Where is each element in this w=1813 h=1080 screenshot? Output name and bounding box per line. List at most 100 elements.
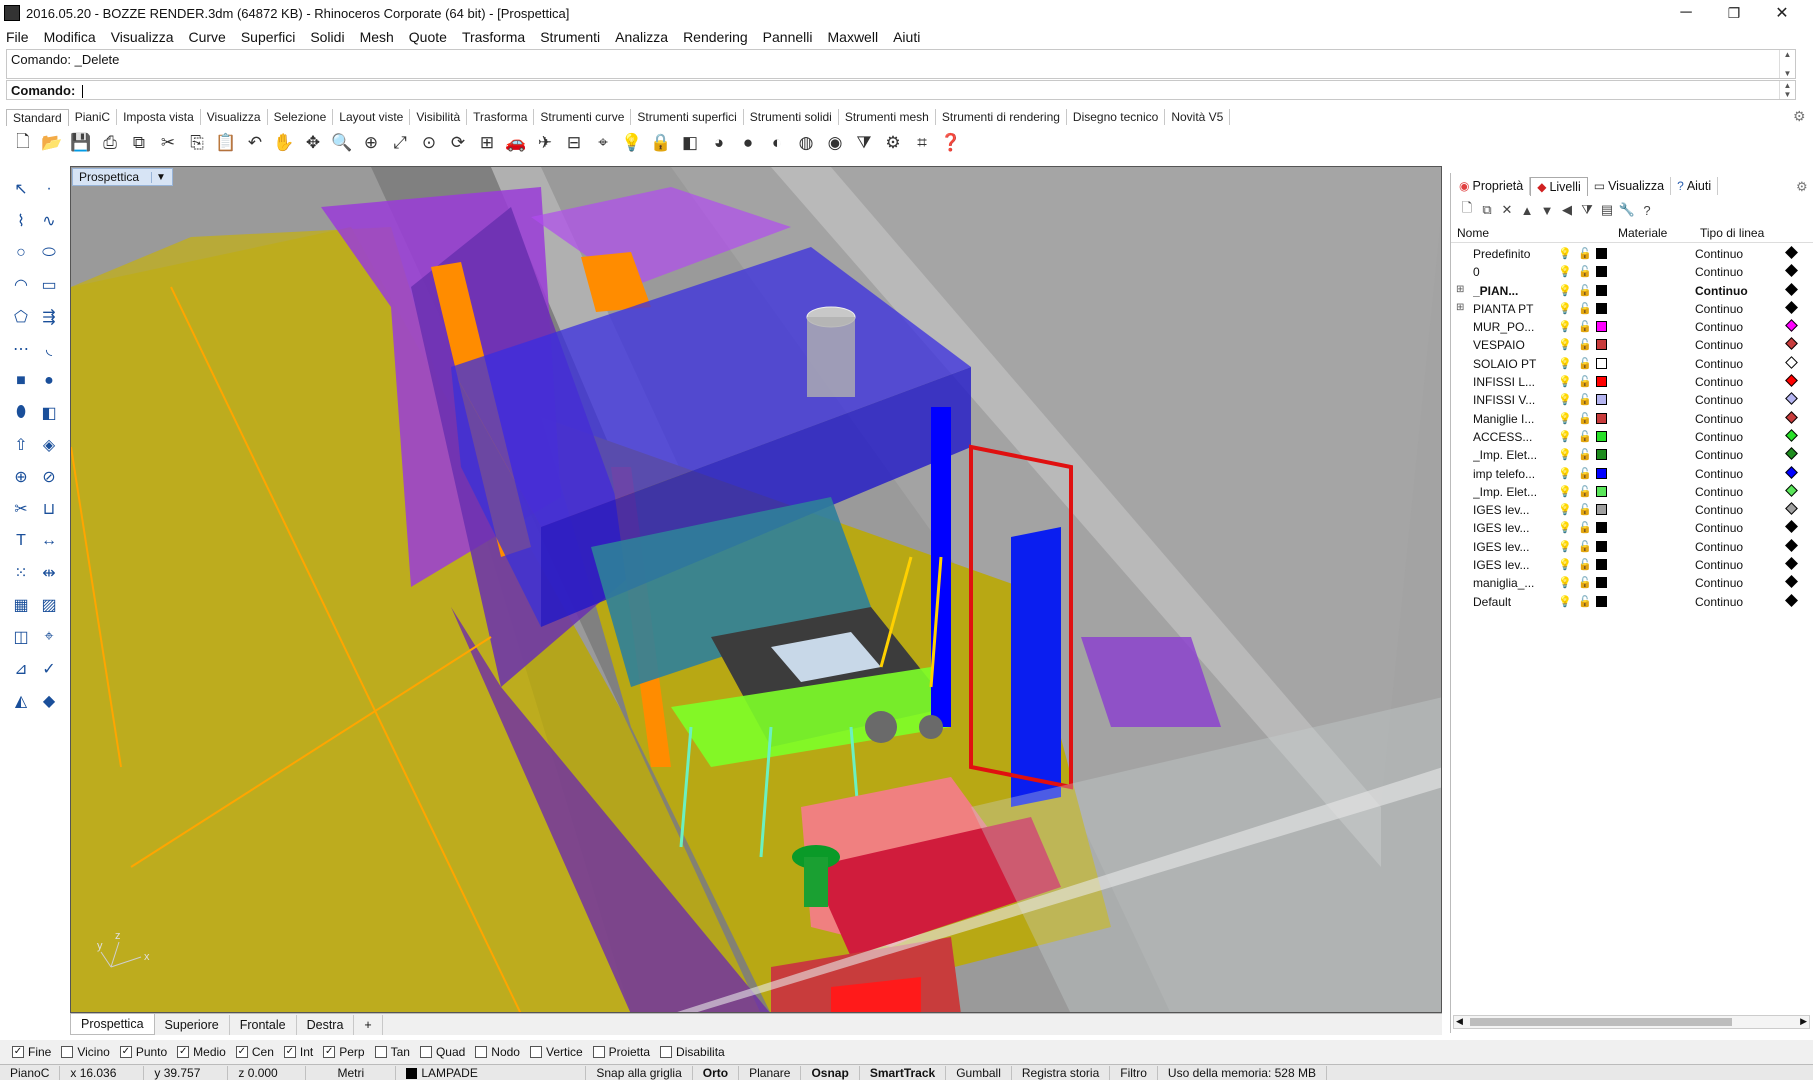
layer-name[interactable]: IGES lev... xyxy=(1473,558,1553,572)
print-icon[interactable]: ⎙ xyxy=(97,130,123,156)
visibility-bulb-icon[interactable]: 💡 xyxy=(1558,448,1572,461)
gear-icon[interactable]: ⚙ xyxy=(880,130,906,156)
layer-row[interactable]: _Imp. Elet... 💡 🔓 Continuo xyxy=(1451,483,1813,501)
move-view-icon[interactable]: ✥ xyxy=(300,130,326,156)
print-color-icon[interactable] xyxy=(1785,429,1798,442)
move-parent-icon[interactable]: ◀ xyxy=(1557,201,1577,219)
import-icon[interactable]: ⧉ xyxy=(126,130,152,156)
layer-linetype[interactable]: Continuo xyxy=(1695,265,1743,279)
toolbar-tab-standard[interactable]: Standard xyxy=(6,108,69,126)
layer-icon[interactable]: ◧ xyxy=(677,130,703,156)
layer-linetype[interactable]: Continuo xyxy=(1695,540,1743,554)
layer-linetype[interactable]: Continuo xyxy=(1695,247,1743,261)
layer-linetype[interactable]: Continuo xyxy=(1695,412,1743,426)
units-label[interactable]: Metri xyxy=(306,1065,397,1080)
toolbar-tab-imposta-vista[interactable]: Imposta vista xyxy=(117,109,201,125)
print-color-icon[interactable] xyxy=(1785,301,1798,314)
check-icon[interactable]: ✓ xyxy=(36,656,62,682)
split-icon[interactable]: ⊘ xyxy=(36,464,62,490)
surface-icon[interactable]: ◧ xyxy=(36,400,62,426)
toolbar-tab-layout-viste[interactable]: Layout viste xyxy=(333,109,411,125)
menu-superfici[interactable]: Superfici xyxy=(241,29,295,45)
unlock-icon[interactable]: 🔓 xyxy=(1578,558,1592,571)
print-color-icon[interactable] xyxy=(1785,502,1798,516)
toolbar-tab-disegno-tecnico[interactable]: Disegno tecnico xyxy=(1067,109,1166,125)
select-icon[interactable]: ↖ xyxy=(8,176,34,202)
layer-name[interactable]: maniglia_... xyxy=(1473,576,1553,590)
zoom-extents-icon[interactable]: ⤢ xyxy=(387,130,413,156)
perspective-viewport[interactable]: x y z xyxy=(70,166,1442,1013)
point-icon[interactable]: · xyxy=(36,176,62,202)
layer-name[interactable]: IGES lev... xyxy=(1473,521,1553,535)
menu-quote[interactable]: Quote xyxy=(409,29,447,45)
minimize-button[interactable]: ─ xyxy=(1663,0,1709,26)
unlock-icon[interactable]: 🔓 xyxy=(1578,247,1592,260)
tab-layers[interactable]: ◆ Livelli xyxy=(1530,176,1588,196)
layer-name[interactable]: INFISSI L... xyxy=(1473,375,1553,389)
layer-row[interactable]: IGES lev... 💡 🔓 Continuo xyxy=(1451,556,1813,574)
layer-linetype[interactable]: Continuo xyxy=(1695,302,1743,316)
visibility-bulb-icon[interactable]: 💡 xyxy=(1558,521,1572,534)
layer-row[interactable]: IGES lev... 💡 🔓 Continuo xyxy=(1451,519,1813,537)
delete-layer-icon[interactable]: ✕ xyxy=(1497,201,1517,219)
loft-icon[interactable]: ◈ xyxy=(36,432,62,458)
zoom-selected-icon[interactable]: ⊙ xyxy=(416,130,442,156)
unlock-icon[interactable]: 🔓 xyxy=(1578,540,1592,553)
osnap-checkbox[interactable] xyxy=(475,1046,488,1058)
pan-icon[interactable]: ✋ xyxy=(271,130,297,156)
visibility-bulb-icon[interactable]: 💡 xyxy=(1558,576,1572,589)
osnap-checkbox[interactable] xyxy=(374,1046,387,1058)
visibility-bulb-icon[interactable]: 💡 xyxy=(1558,430,1572,443)
plane-icon[interactable]: ✈ xyxy=(532,130,558,156)
layer-row[interactable]: SOLAIO PT 💡 🔓 Continuo xyxy=(1451,355,1813,373)
layer-color-swatch[interactable] xyxy=(1596,394,1607,406)
osnap-vicino[interactable]: Vicino xyxy=(61,1045,110,1059)
cylinder-icon[interactable]: ⬮ xyxy=(8,400,34,426)
visibility-bulb-icon[interactable]: 💡 xyxy=(1558,375,1572,388)
layer-name[interactable]: _Imp. Elet... xyxy=(1473,485,1553,499)
material-sphere-icon[interactable]: ◍ xyxy=(793,130,819,156)
unlock-icon[interactable]: 🔓 xyxy=(1578,521,1592,534)
print-color-icon[interactable] xyxy=(1785,538,1798,552)
visibility-bulb-icon[interactable]: 💡 xyxy=(1558,503,1572,516)
text-icon[interactable]: T xyxy=(8,528,34,554)
align-icon[interactable]: ⇹ xyxy=(36,560,62,586)
options-icon[interactable]: ⌗ xyxy=(909,130,935,156)
layer-name[interactable]: SOLAIO PT xyxy=(1473,357,1553,371)
scroll-thumb[interactable] xyxy=(1470,1018,1732,1026)
menu-trasforma[interactable]: Trasforma xyxy=(462,29,525,45)
layer-name[interactable]: IGES lev... xyxy=(1473,540,1553,554)
grid-icon[interactable]: ⊟ xyxy=(561,130,587,156)
layer-row[interactable]: ACCESS... 💡 🔓 Continuo xyxy=(1451,428,1813,446)
print-color-icon[interactable] xyxy=(1785,319,1798,333)
toolbar-tab-novit-v5[interactable]: Novità V5 xyxy=(1165,109,1231,125)
osnap-checkbox[interactable]: ✓ xyxy=(177,1046,190,1058)
layer-name[interactable]: ACCESS... xyxy=(1473,430,1553,444)
menu-maxwell[interactable]: Maxwell xyxy=(828,29,879,45)
layer-color-swatch[interactable] xyxy=(1596,284,1607,296)
visibility-bulb-icon[interactable]: 💡 xyxy=(1558,540,1572,553)
menu-strumenti[interactable]: Strumenti xyxy=(540,29,600,45)
osnap-cen[interactable]: ✓ Cen xyxy=(235,1045,274,1059)
layer-row[interactable]: imp telefo... 💡 🔓 Continuo xyxy=(1451,465,1813,483)
panel-gear-icon[interactable]: ⚙ xyxy=(1796,179,1808,195)
layer-color-swatch[interactable] xyxy=(1596,339,1607,351)
unlock-icon[interactable]: 🔓 xyxy=(1578,576,1592,589)
planar-toggle[interactable]: Planare xyxy=(739,1065,802,1080)
layer-color-swatch[interactable] xyxy=(1596,321,1607,333)
menu-modifica[interactable]: Modifica xyxy=(44,29,96,45)
layer-color-swatch[interactable] xyxy=(1596,504,1607,516)
visibility-bulb-icon[interactable]: 💡 xyxy=(1558,338,1572,351)
layer-list-icon[interactable]: ▤ xyxy=(1597,201,1617,219)
color-wheel-icon[interactable]: ◕ xyxy=(706,130,732,156)
unlock-icon[interactable]: 🔓 xyxy=(1578,393,1592,406)
scroll-down-icon[interactable]: ▼ xyxy=(1784,90,1792,99)
menu-visualizza[interactable]: Visualizza xyxy=(111,29,174,45)
sphere-icon[interactable]: ● xyxy=(36,368,62,394)
osnap-checkbox[interactable]: ✓ xyxy=(119,1046,132,1058)
scroll-down-icon[interactable]: ▼ xyxy=(1784,69,1792,78)
osnap-tan[interactable]: Tan xyxy=(374,1045,410,1059)
layer-name[interactable]: 0 xyxy=(1473,265,1553,279)
layer-row[interactable]: 0 💡 🔓 Continuo xyxy=(1451,263,1813,281)
toolbar-tab-selezione[interactable]: Selezione xyxy=(268,109,334,125)
